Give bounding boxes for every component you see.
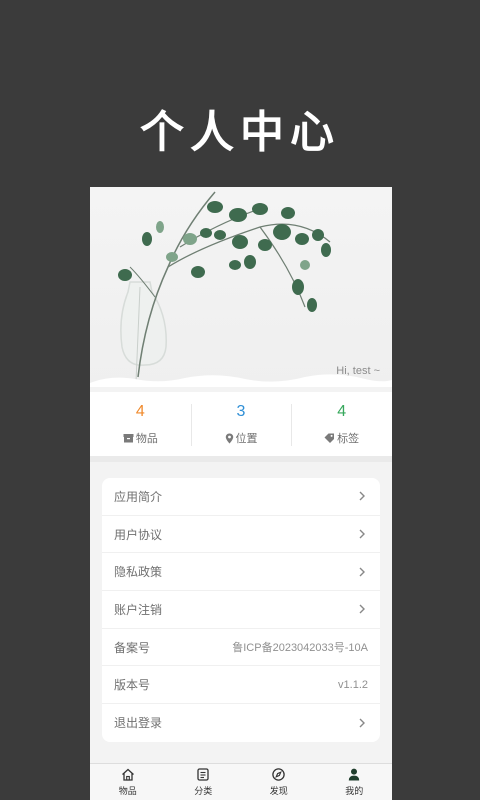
- profile-banner: Hi, test ~: [90, 187, 392, 387]
- stat-items-count: 4: [135, 403, 145, 420]
- settings-menu: 应用简介 用户协议 隐私政策 账户注销 备案号 鲁ICP备2023042033号…: [102, 478, 380, 742]
- tab-label: 我的: [345, 787, 364, 797]
- home-icon: [121, 768, 134, 781]
- tab-label: 物品: [118, 787, 137, 797]
- tab-discover[interactable]: 发现: [241, 764, 317, 800]
- stat-items[interactable]: 4 物品: [90, 392, 191, 456]
- tab-categories[interactable]: 分类: [166, 764, 242, 800]
- menu-item-label: 用户协议: [114, 527, 163, 542]
- menu-item-app-intro[interactable]: 应用简介: [102, 478, 380, 516]
- menu-item-label: 版本号: [114, 678, 151, 693]
- stat-locations-label: 位置: [235, 432, 258, 445]
- tab-label: 分类: [194, 787, 213, 797]
- icp-record-value: 鲁ICP备2023042033号-10A: [232, 642, 368, 655]
- chevron-right-icon: [359, 567, 365, 577]
- location-pin-icon: [225, 433, 233, 443]
- chevron-right-icon: [359, 529, 365, 539]
- stat-tags-count: 4: [337, 403, 347, 420]
- stats-bar: 4 物品 3 位置 4 标签: [90, 392, 392, 456]
- menu-item-user-agreement[interactable]: 用户协议: [102, 516, 380, 554]
- greeting-text: Hi, test ~: [336, 365, 380, 377]
- menu-item-label: 退出登录: [114, 716, 163, 731]
- menu-item-label: 隐私政策: [114, 565, 163, 580]
- menu-item-icp-record: 备案号 鲁ICP备2023042033号-10A: [102, 629, 380, 667]
- compass-icon: [272, 768, 285, 781]
- menu-item-privacy-policy[interactable]: 隐私政策: [102, 553, 380, 592]
- menu-item-logout[interactable]: 退出登录: [102, 704, 380, 742]
- menu-item-label: 备案号: [114, 640, 151, 655]
- plant-vase-image: [90, 191, 392, 387]
- chevron-right-icon: [359, 718, 365, 728]
- list-icon: [197, 768, 209, 781]
- person-icon: [349, 768, 360, 781]
- stat-tags-label: 标签: [337, 432, 360, 445]
- tab-mine[interactable]: 我的: [317, 764, 393, 800]
- page-title: 个人中心: [140, 107, 340, 158]
- menu-item-version: 版本号 v1.1.2: [102, 666, 380, 705]
- chevron-right-icon: [359, 604, 365, 614]
- stat-items-label: 物品: [135, 432, 158, 445]
- version-value: v1.1.2: [338, 678, 368, 691]
- tab-items[interactable]: 物品: [90, 764, 166, 800]
- stat-tags[interactable]: 4 标签: [291, 392, 392, 456]
- tag-icon: [324, 433, 335, 443]
- bottom-tab-bar: 物品 分类 发现 我的: [90, 763, 392, 800]
- section-divider: [90, 456, 392, 462]
- tab-label: 发现: [269, 787, 288, 797]
- phone-screen: Hi, test ~ 4 物品 3 位置 4 标签 应用简介 用户协议 隐私政策…: [90, 187, 392, 800]
- menu-item-account-deletion[interactable]: 账户注销: [102, 591, 380, 629]
- box-icon: [123, 434, 134, 443]
- stat-locations-count: 3: [236, 403, 246, 420]
- stat-locations[interactable]: 3 位置: [190, 392, 292, 456]
- menu-item-label: 应用简介: [114, 489, 163, 504]
- chevron-right-icon: [359, 491, 365, 501]
- menu-item-label: 账户注销: [114, 602, 163, 617]
